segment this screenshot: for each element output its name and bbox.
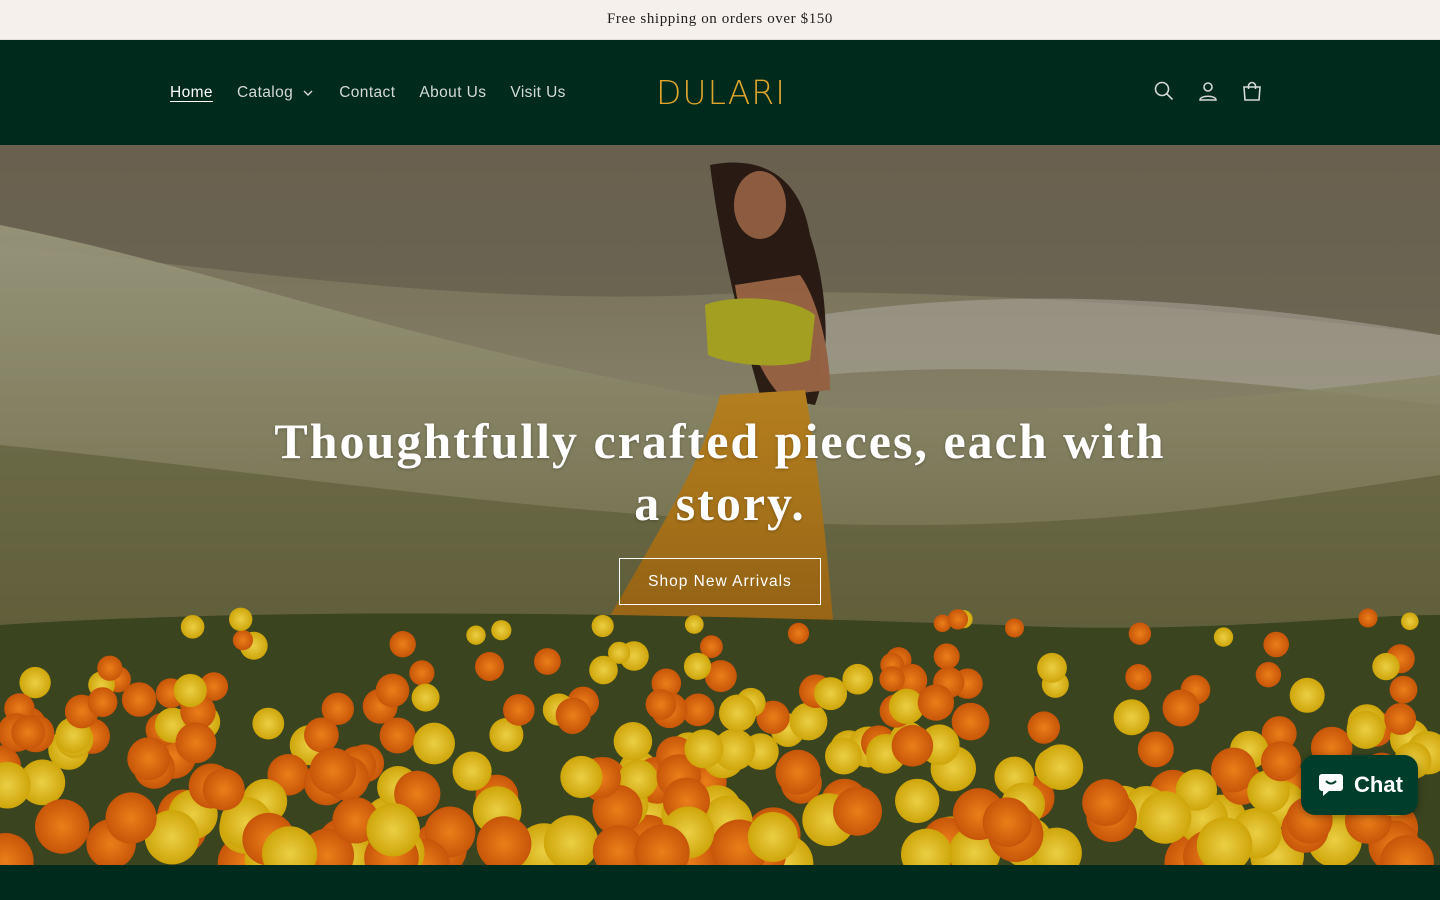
cart-icon bbox=[1243, 81, 1261, 101]
header-icons bbox=[1142, 69, 1274, 113]
hero-content: Thoughtfully crafted pieces, each with a… bbox=[270, 410, 1170, 605]
nav-about-us-label: About Us bbox=[419, 83, 487, 101]
nav-home-label: Home bbox=[170, 83, 213, 101]
chevron-down-icon bbox=[303, 90, 313, 96]
nav-contact-label: Contact bbox=[339, 83, 396, 101]
section-divider bbox=[0, 865, 1440, 900]
hero-heading: Thoughtfully crafted pieces, each with a… bbox=[274, 413, 1166, 531]
chat-bubble-icon bbox=[1319, 774, 1344, 796]
search-icon bbox=[1154, 81, 1174, 101]
nav-catalog[interactable]: Catalog bbox=[225, 73, 327, 113]
chat-label: Chat bbox=[1354, 772, 1403, 797]
nav-visit-us[interactable]: Visit Us bbox=[498, 73, 577, 113]
shop-new-arrivals-button[interactable]: Shop New Arrivals bbox=[619, 558, 821, 605]
nav-about-us[interactable]: About Us bbox=[407, 73, 498, 113]
search-button[interactable] bbox=[1142, 69, 1186, 113]
main-nav: Home Catalog Contact About Us Visit Us bbox=[158, 40, 578, 145]
site-header: Home Catalog Contact About Us Visit Us D… bbox=[0, 40, 1440, 145]
site-logo[interactable]: DULARI bbox=[656, 70, 786, 115]
chat-button[interactable]: Chat bbox=[1301, 755, 1418, 815]
announcement-text: Free shipping on orders over $150 bbox=[606, 11, 833, 27]
nav-catalog-label: Catalog bbox=[236, 83, 294, 101]
nav-visit-us-label: Visit Us bbox=[510, 83, 566, 101]
announcement-bar: Free shipping on orders over $150 bbox=[0, 0, 1440, 40]
nav-contact[interactable]: Contact bbox=[327, 73, 407, 113]
hero-banner: Thoughtfully crafted pieces, each with a… bbox=[0, 145, 1440, 865]
nav-home[interactable]: Home bbox=[158, 73, 225, 113]
account-icon bbox=[1199, 82, 1217, 101]
account-button[interactable] bbox=[1186, 69, 1230, 113]
cart-button[interactable] bbox=[1230, 69, 1274, 113]
